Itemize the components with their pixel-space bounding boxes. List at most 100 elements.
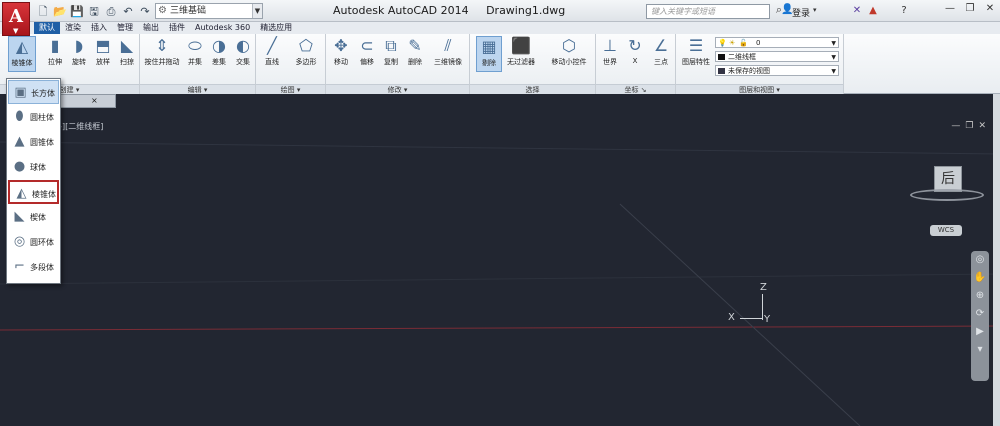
- erase-button[interactable]: ✎ 删除: [404, 36, 426, 67]
- solid-primitive-dropdown: ▣ 长方体 ⬮ 圆柱体 ▲ 圆锥体 ● 球体 ◭ 棱锥体 ◣ 楔体 ◎ 圆环体 ⌐ 多段体: [6, 78, 61, 284]
- subtract-button[interactable]: ◑ 差集: [208, 36, 230, 67]
- dropdown-item-torus[interactable]: ◎ 圆环体: [8, 230, 59, 254]
- tab-featured-apps[interactable]: 精选应用: [255, 22, 297, 34]
- save-as-icon[interactable]: 🖫: [87, 5, 101, 19]
- wcs-menu[interactable]: WCS: [930, 225, 962, 236]
- ucs-x-axis: [740, 318, 762, 319]
- sweep-button[interactable]: ◣ 扫掠: [116, 36, 138, 67]
- layer-combo[interactable]: 💡 ☀ 🔓 0 ▼: [715, 37, 839, 48]
- tab-plugins[interactable]: 插件: [164, 22, 190, 34]
- group-draw: ╱ 直线 ⬠ 多边形 绘图 ▾: [256, 34, 326, 94]
- undo-icon[interactable]: ↶: [121, 5, 135, 19]
- gizmo-button[interactable]: ⬡ 移动小控件: [546, 36, 592, 67]
- file-tab[interactable]: ×: [60, 94, 116, 108]
- extrude-button[interactable]: ▮ 拉伸: [44, 36, 66, 67]
- quick-access-toolbar: 🗋 📂 💾 🖫 ⎙ ↶ ↷ ▾: [36, 4, 169, 19]
- ucs-icon: Z X Y: [728, 282, 788, 330]
- dropdown-item-wedge[interactable]: ◣ 楔体: [8, 205, 59, 229]
- dropdown-item-cone[interactable]: ▲ 圆锥体: [8, 130, 59, 154]
- cone-icon: ▲: [14, 134, 25, 149]
- group-title-modify[interactable]: 修改 ▾: [326, 84, 469, 94]
- chevron-down-icon: ▼: [252, 4, 262, 18]
- presspull-button[interactable]: ⇕ 按住并拖动: [142, 36, 182, 67]
- tab-manage[interactable]: 管理: [112, 22, 138, 34]
- polygon-button[interactable]: ⬠ 多边形: [290, 36, 322, 67]
- tab-default[interactable]: 默认: [34, 22, 60, 34]
- restore-icon[interactable]: ❐: [965, 121, 973, 131]
- tab-output[interactable]: 输出: [138, 22, 164, 34]
- title-bar: A▼ 🗋 📂 💾 🖫 ⎙ ↶ ↷ ▾ ⚙ 三维基础 ▼ Autodesk Aut…: [0, 0, 1000, 36]
- view-swatch: [718, 68, 725, 74]
- intersect-icon: ◐: [236, 36, 250, 55]
- offset-button[interactable]: ⊂ 偏移: [356, 36, 378, 67]
- sweep-icon: ◣: [120, 36, 134, 55]
- tab-autodesk-360[interactable]: Autodesk 360: [190, 22, 255, 34]
- gear-icon: ⚙: [158, 5, 167, 16]
- application-menu-button[interactable]: A ▼: [2, 2, 30, 36]
- visual-style-combo[interactable]: 二维线框 ▼: [715, 51, 839, 62]
- close-icon[interactable]: ✕: [978, 121, 986, 131]
- line-button[interactable]: ╱ 直线: [260, 36, 284, 67]
- showmotion-icon[interactable]: ▶: [971, 323, 989, 341]
- drawing-canvas[interactable]: × [-][二维线框] — ❐ ✕ 后 WCS ◎ ✋ ⊕ ⟳ ▶ ▾ Z X …: [0, 94, 1000, 426]
- zoom-icon[interactable]: ⊕: [971, 287, 989, 305]
- dropdown-item-sphere[interactable]: ● 球体: [8, 155, 59, 179]
- close-icon[interactable]: ✕: [980, 0, 1000, 18]
- minimize-icon[interactable]: —: [940, 0, 960, 18]
- viewport-label[interactable]: [-][二维线框]: [56, 121, 103, 132]
- steering-wheel-icon[interactable]: ◎: [971, 251, 989, 269]
- dropdown-item-cylinder[interactable]: ⬮ 圆柱体: [8, 105, 59, 129]
- culling-button[interactable]: ▦ 剔除: [476, 36, 502, 72]
- move-button[interactable]: ✥ 移动: [330, 36, 352, 67]
- pan-icon[interactable]: ✋: [971, 269, 989, 287]
- nofilter-button[interactable]: ⬛ 无过滤器: [504, 36, 538, 67]
- window-controls: — ❐ ✕: [940, 0, 1000, 18]
- layer-properties-button[interactable]: ☰ 图层特性: [678, 36, 714, 67]
- login-button[interactable]: 登录: [792, 6, 810, 19]
- autodesk-app-icon[interactable]: ▲: [866, 4, 880, 18]
- minimize-icon[interactable]: —: [951, 121, 960, 131]
- redo-icon[interactable]: ↷: [138, 5, 152, 19]
- navbar-dropdown-icon[interactable]: ▾: [971, 341, 989, 359]
- dropdown-item-box[interactable]: ▣ 长方体: [8, 80, 59, 104]
- help-icon[interactable]: ?: [897, 4, 911, 18]
- save-icon[interactable]: 💾: [70, 5, 84, 19]
- exchange-icon[interactable]: ✕: [850, 4, 864, 18]
- copy-icon: ⧉: [385, 36, 397, 55]
- mirror3d-button[interactable]: ⫽ 三维镜像: [430, 36, 466, 67]
- viewcube-compass[interactable]: [910, 189, 984, 201]
- new-icon[interactable]: 🗋: [36, 5, 50, 19]
- presspull-icon: ⇕: [155, 36, 169, 55]
- vertical-scrollbar[interactable]: [993, 94, 1000, 426]
- orbit-icon[interactable]: ⟳: [971, 305, 989, 323]
- threepoint-ucs-button[interactable]: ∠ 三点: [648, 36, 674, 67]
- pyramid-button[interactable]: ◭ 棱锥体: [8, 36, 36, 72]
- search-input[interactable]: 键入关键字或短语: [646, 4, 770, 19]
- group-select: ▦ 剔除 ⬛ 无过滤器 ⬡ 移动小控件 选择: [470, 34, 596, 94]
- chevron-down-icon[interactable]: ▾: [813, 6, 817, 14]
- group-title-layers[interactable]: 图层和视图 ▾: [676, 84, 843, 94]
- loft-button[interactable]: ⬒ 放样: [92, 36, 114, 67]
- dropdown-item-polysolid[interactable]: ⌐ 多段体: [8, 255, 59, 279]
- workspace-selector[interactable]: ⚙ 三维基础 ▼: [155, 3, 263, 19]
- pyramid-icon: ◭: [15, 37, 29, 56]
- polysolid-icon: ⌐: [14, 259, 25, 274]
- dropdown-item-pyramid[interactable]: ◭ 棱锥体: [8, 180, 59, 204]
- intersect-button[interactable]: ◐ 交集: [232, 36, 254, 67]
- tab-insert[interactable]: 插入: [86, 22, 112, 34]
- ribbon-tab-bar: 默认 渲染 插入 管理 输出 插件 Autodesk 360 精选应用: [0, 22, 1000, 34]
- print-icon[interactable]: ⎙: [104, 5, 118, 19]
- named-view-combo[interactable]: 未保存的视图 ▼: [715, 65, 839, 76]
- group-title-draw[interactable]: 绘图 ▾: [256, 84, 325, 94]
- revolve-button[interactable]: ◗ 旋转: [68, 36, 90, 67]
- x-ucs-button[interactable]: ↻ X: [624, 36, 646, 65]
- ribbon-panel: ◭ 棱锥体 ▮ 拉伸 ◗ 旋转 ⬒ 放样 ◣ 扫掠 创建 ▾ ⇕ 按住并拖动 ⬭ 并集 ◑ 差集…: [0, 34, 1000, 94]
- group-modify: ✥ 移动 ⊂ 偏移 ⧉ 复制 ✎ 删除 ⫽ 三维镜像 修改 ▾: [326, 34, 470, 94]
- tab-render[interactable]: 渲染: [60, 22, 86, 34]
- restore-icon[interactable]: ❐: [960, 0, 980, 18]
- union-button[interactable]: ⬭ 并集: [184, 36, 206, 67]
- copy-button[interactable]: ⧉ 复制: [380, 36, 402, 67]
- world-ucs-button[interactable]: ⊥ 世界: [598, 36, 622, 67]
- group-title-edit[interactable]: 编辑 ▾: [140, 84, 255, 94]
- open-icon[interactable]: 📂: [53, 5, 67, 19]
